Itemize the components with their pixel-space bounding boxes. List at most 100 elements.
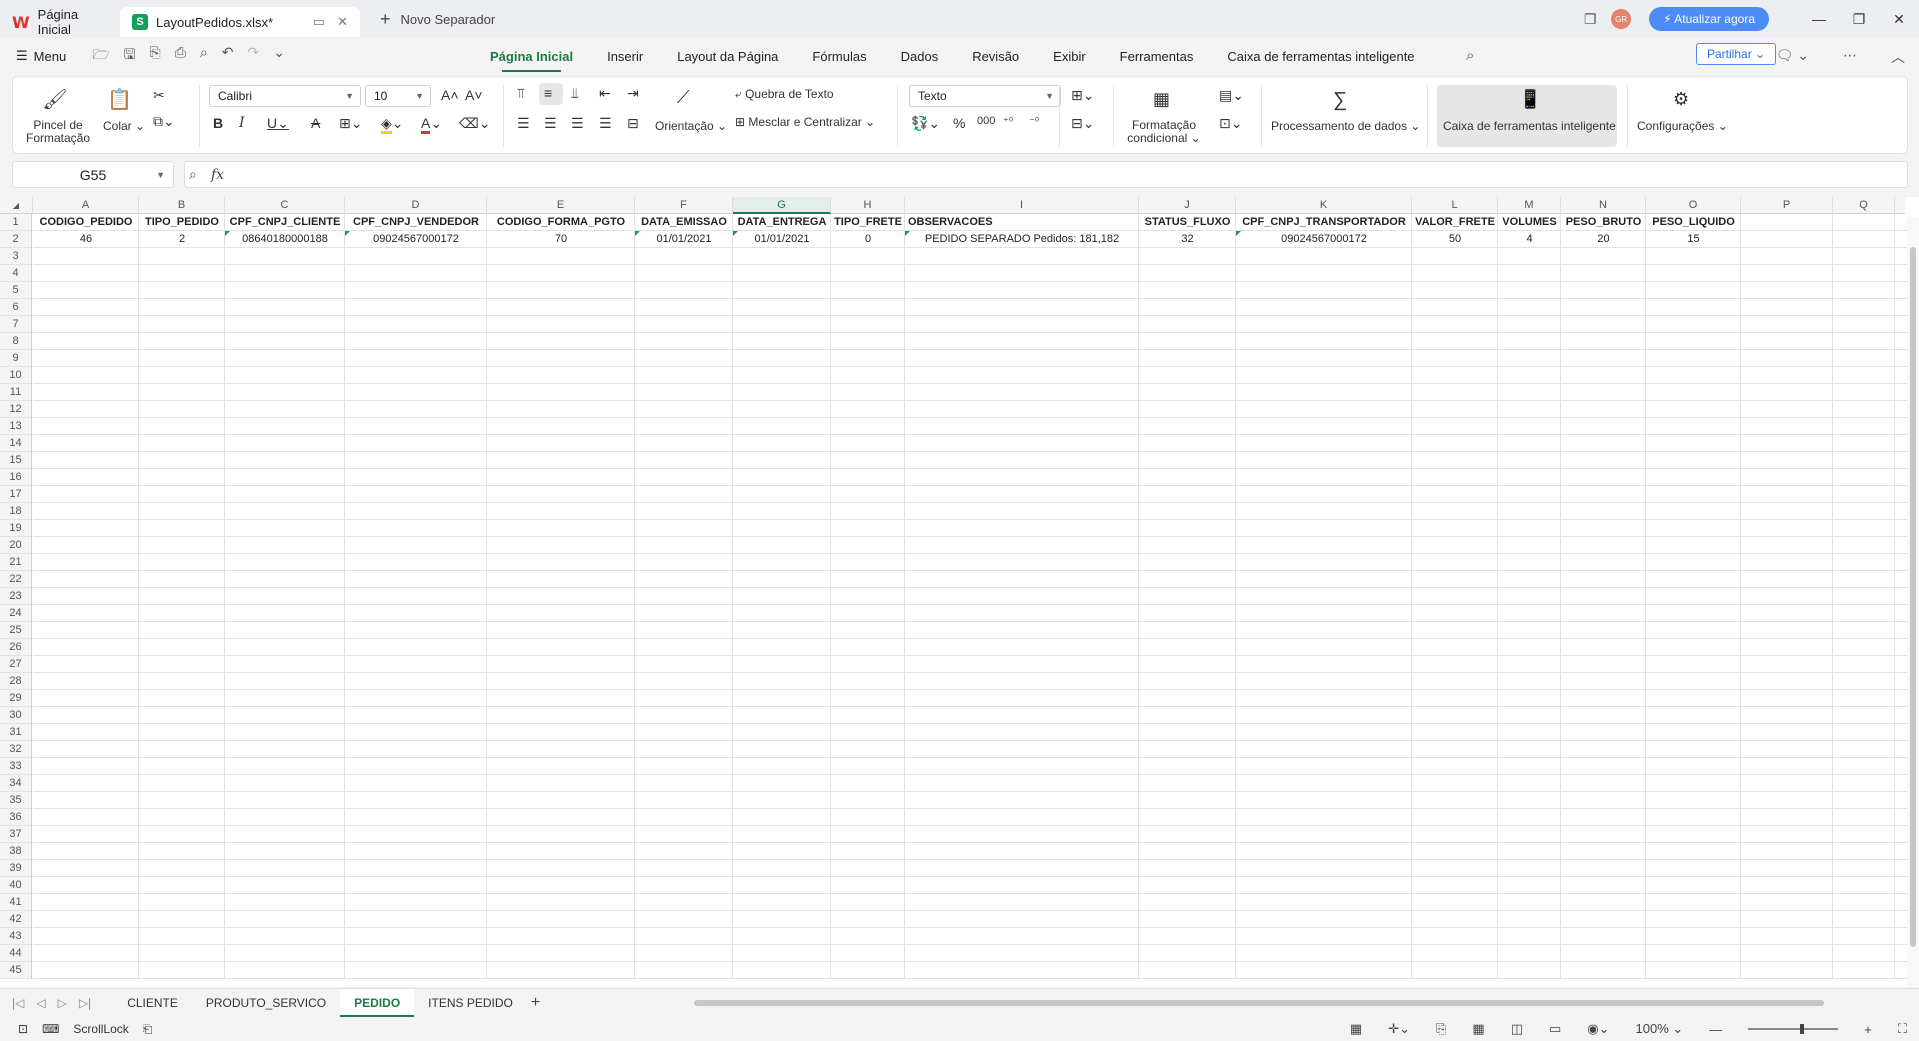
column-header-m[interactable]: M [1498, 197, 1561, 214]
upgrade-button[interactable]: ⚡ Atualizar agora [1649, 7, 1769, 31]
settings-icon[interactable]: ⚙ [1673, 89, 1689, 110]
chevron-down-icon[interactable]: ⌄ [273, 44, 285, 68]
header-cell[interactable]: TIPO_FRETE [831, 214, 905, 231]
row-header[interactable]: 11 [0, 384, 31, 401]
header-cell[interactable]: OBSERVACOES [905, 214, 1139, 231]
tab-dados[interactable]: Dados [901, 49, 939, 64]
menu-button[interactable]: ☰ Menu [16, 48, 66, 64]
comment-icon[interactable]: 🗨 ⌄ [1776, 47, 1809, 67]
page-layout-view-icon[interactable]: ▭ [1549, 1021, 1561, 1037]
data-cell[interactable]: 0 [831, 231, 905, 248]
format-painter-button[interactable]: 🖌 [33, 87, 77, 112]
row-header[interactable]: 19 [0, 520, 31, 537]
tab-caixa-ferramentas[interactable]: Caixa de ferramentas inteligente [1227, 49, 1414, 64]
header-cell[interactable]: STATUS_FLUXO [1139, 214, 1236, 231]
row-header[interactable]: 26 [0, 639, 31, 656]
sheet-tab-pedido[interactable]: PEDIDO [340, 988, 415, 1017]
row-header[interactable]: 31 [0, 724, 31, 741]
font-size-select[interactable]: 10 ▼ [365, 85, 431, 107]
header-cell[interactable]: VALOR_FRETE [1412, 214, 1498, 231]
row-header[interactable]: 3 [0, 248, 31, 265]
number-format-select[interactable]: Texto ▼ [909, 85, 1061, 107]
header-cell[interactable]: CODIGO_PEDIDO [33, 214, 139, 231]
prev-sheet-icon[interactable]: ◁ [36, 996, 45, 1010]
tab-exibir[interactable]: Exibir [1053, 49, 1086, 64]
indent-increase-icon[interactable]: ⇥ [627, 85, 639, 102]
orientation-button[interactable]: Orientação ⌄ [655, 119, 727, 133]
row-header[interactable]: 8 [0, 333, 31, 350]
column-header-f[interactable]: F [635, 197, 733, 214]
header-cell[interactable]: CODIGO_FORMA_PGTO [487, 214, 635, 231]
print-preview-icon[interactable]: ⌕ [200, 44, 208, 68]
row-header[interactable]: 4 [0, 265, 31, 282]
print-icon[interactable]: ⎙ [175, 44, 186, 68]
row-header[interactable]: 33 [0, 758, 31, 775]
strikethrough-icon[interactable]: A [311, 115, 320, 131]
eye-icon[interactable]: ◉⌄ [1587, 1021, 1609, 1037]
row-header[interactable]: 36 [0, 809, 31, 826]
data-cell[interactable]: 70 [487, 231, 635, 248]
next-sheet-icon[interactable]: ▷ [58, 996, 67, 1010]
new-tab-button[interactable]: + Novo Separador [380, 9, 495, 30]
tab-preview-icon[interactable]: ▭ [313, 14, 325, 30]
italic-icon[interactable]: I [239, 115, 245, 131]
add-sheet-icon[interactable]: + [531, 994, 540, 1012]
font-color-icon[interactable]: A⌄ [421, 115, 442, 134]
fill-color-icon[interactable]: ◈⌄ [381, 115, 404, 134]
data-cell[interactable]: 32 [1139, 231, 1236, 248]
copy-icon[interactable]: ⧉⌄ [153, 113, 175, 130]
header-cell[interactable]: DATA_EMISSAO [635, 214, 733, 231]
increase-font-icon[interactable]: A˄ [441, 87, 459, 103]
column-header-n[interactable]: N [1561, 197, 1646, 214]
normal-view-icon[interactable]: ▦ [1472, 1021, 1484, 1037]
header-cell[interactable]: TIPO_PEDIDO [139, 214, 225, 231]
row-header[interactable]: 44 [0, 945, 31, 962]
vertical-scroll-thumb[interactable] [1910, 247, 1916, 947]
cut-icon[interactable]: ✂ [153, 87, 165, 104]
tab-formulas[interactable]: Fórmulas [812, 49, 866, 64]
row-header[interactable]: 14 [0, 435, 31, 452]
sheet-tab-cliente[interactable]: CLIENTE [113, 989, 192, 1017]
align-bottom-icon[interactable]: ⫫ [571, 85, 579, 102]
macro-icon[interactable]: ⊡ [18, 1022, 28, 1036]
cell-style-icon[interactable]: ⊟⌄ [1071, 115, 1094, 132]
export-icon[interactable]: ⎘ [150, 44, 161, 68]
row-header[interactable]: 7 [0, 316, 31, 333]
column-header-g[interactable]: G [733, 197, 831, 214]
row-header[interactable]: 32 [0, 741, 31, 758]
select-all-corner[interactable]: ◢ [0, 197, 33, 214]
increase-decimal-icon[interactable]: ⁺⁰ [1003, 115, 1013, 128]
fx-icon[interactable]: fx [211, 167, 224, 183]
first-sheet-icon[interactable]: |◁ [12, 996, 24, 1010]
data-cell[interactable]: 01/01/2021 [635, 231, 733, 248]
smart-toolbox-icon[interactable]: 📱 [1519, 89, 1541, 110]
row-header[interactable]: 29 [0, 690, 31, 707]
data-processing-button[interactable]: Processamento de dados ⌄ [1271, 119, 1420, 133]
column-header-o[interactable]: O [1646, 197, 1741, 214]
tab-close-icon[interactable]: ✕ [337, 14, 348, 30]
column-header-b[interactable]: B [139, 197, 225, 214]
horizontal-scrollbar[interactable] [694, 999, 1824, 1007]
row-header[interactable]: 39 [0, 860, 31, 877]
save-icon[interactable]: 🖫 [124, 44, 136, 68]
share-button[interactable]: Partilhar ⌄ [1696, 43, 1777, 65]
row-header[interactable]: 34 [0, 775, 31, 792]
column-header-e[interactable]: E [487, 197, 635, 214]
header-cell[interactable]: DATA_ENTREGA [733, 214, 831, 231]
header-cell[interactable]: PESO_LIQUIDO [1646, 214, 1741, 231]
tab-inserir[interactable]: Inserir [607, 49, 643, 64]
row-header[interactable]: 12 [0, 401, 31, 418]
data-cell[interactable]: 46 [33, 231, 139, 248]
column-header-p[interactable]: P [1741, 197, 1833, 214]
data-cell[interactable]: 01/01/2021 [733, 231, 831, 248]
open-folder-icon[interactable]: 🗁 [92, 44, 109, 68]
orientation-icon[interactable]: ⟋ [677, 87, 690, 108]
row-header[interactable]: 18 [0, 503, 31, 520]
decrease-font-icon[interactable]: A˅ [465, 87, 483, 103]
row-header[interactable]: 6 [0, 299, 31, 316]
decrease-decimal-icon[interactable]: ⁻⁰ [1029, 115, 1039, 128]
vertical-scrollbar[interactable] [1907, 217, 1919, 987]
row-header[interactable]: 15 [0, 452, 31, 469]
sheet-tab-itens-pedido[interactable]: ITENS PEDIDO [414, 989, 527, 1017]
conditional-format-button[interactable]: Formatação condicional ⌄ [1127, 119, 1201, 145]
